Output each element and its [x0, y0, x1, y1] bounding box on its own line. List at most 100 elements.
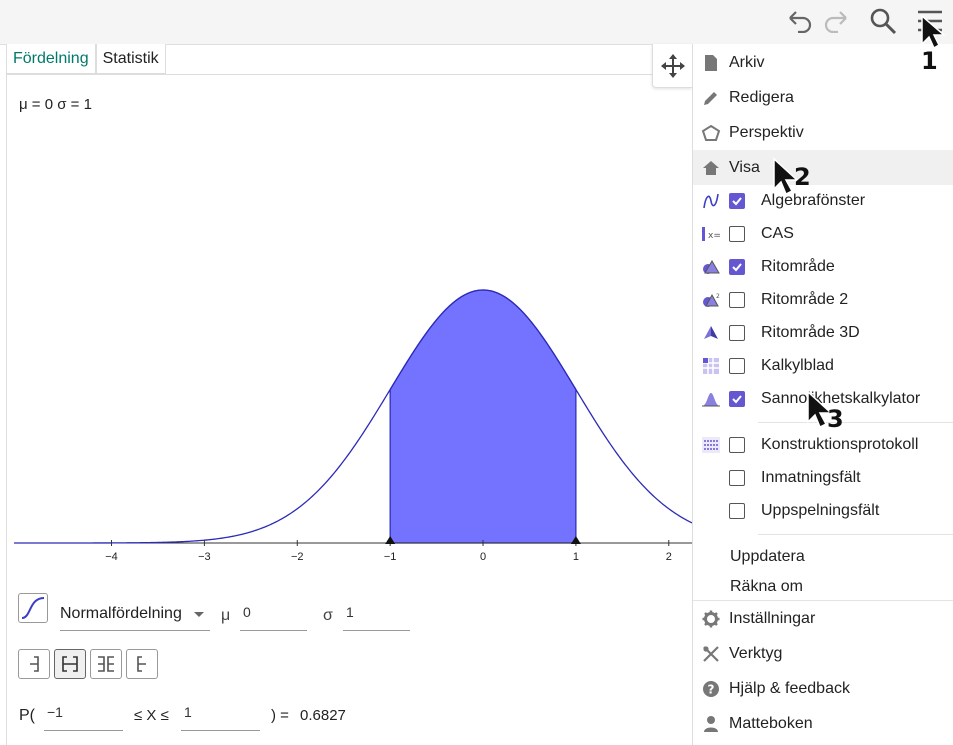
menu-item-visa[interactable]: Visa	[693, 150, 953, 185]
svg-text:2: 2	[716, 293, 720, 300]
annotation-cursor-1: 1	[918, 14, 952, 79]
checkbox-ritomrade[interactable]	[729, 258, 745, 275]
sigma-label: σ	[323, 607, 333, 624]
redo-icon[interactable]	[821, 6, 851, 36]
mu-label: μ	[221, 607, 231, 624]
construction-protocol-icon	[702, 436, 720, 453]
view-item-label: Inmatningsfält	[761, 468, 861, 486]
view-item-label: Ritområde 3D	[761, 323, 860, 341]
distribution-type-icon[interactable]	[18, 593, 48, 623]
menu-item-installningar[interactable]: Inställningar	[693, 601, 953, 636]
search-icon[interactable]	[868, 6, 898, 36]
distribution-chart: −4 −3 −2 −1 0 1 2	[14, 289, 692, 563]
left-sided-button[interactable]	[18, 649, 50, 679]
menu-item-label: Verktyg	[729, 644, 783, 662]
view-item-cas[interactable]: x= CAS	[693, 217, 953, 250]
pencil-icon	[704, 91, 717, 105]
menu-item-label: Hjälp & feedback	[729, 679, 850, 697]
view-item-ritomrade-2[interactable]: 2 Ritområde 2	[693, 283, 953, 316]
menu-action-uppdatera[interactable]: Uppdatera	[730, 548, 805, 566]
view-item-label: CAS	[761, 224, 794, 242]
checkbox-konstruktionsprotokoll[interactable]	[729, 436, 745, 453]
view-item-label: Uppspelningsfält	[761, 501, 880, 519]
undo-icon[interactable]	[785, 6, 815, 36]
view-item-kalkylblad[interactable]: Kalkylblad	[693, 349, 953, 382]
x-tick-label: 2	[666, 551, 672, 563]
view-item-label: Kalkylblad	[761, 356, 834, 374]
left-sided-icon	[30, 656, 39, 672]
shaded-probability-area	[389, 289, 577, 544]
lower-bound-input[interactable]: −1	[44, 700, 123, 731]
right-sided-icon	[137, 656, 146, 672]
cas-icon: x=	[702, 226, 721, 241]
x-tick-label: −1	[384, 551, 397, 563]
menu-item-label: Arkiv	[729, 53, 765, 71]
x-tick-label: −3	[198, 551, 211, 563]
menu-item-perspektiv[interactable]: Perspektiv	[693, 115, 953, 150]
pentagon-icon	[701, 124, 721, 141]
sigma-input[interactable]: 1	[343, 600, 410, 631]
checkbox-uppspelningsfalt[interactable]	[729, 502, 745, 519]
annotation-cursor-3: 3	[804, 390, 856, 441]
probability-calculator-icon	[702, 392, 720, 406]
upper-bound-input[interactable]: 1	[181, 700, 260, 731]
menu-item-hjalp-feedback[interactable]: ? Hjälp & feedback	[693, 671, 953, 706]
menu-item-label: Matteboken	[729, 714, 813, 732]
view-item-ritomrade-3d[interactable]: Ritområde 3D	[693, 316, 953, 349]
tab-bar: Fördelning Statistik	[6, 44, 166, 75]
annotation-number: 2	[794, 163, 811, 191]
mu-input[interactable]: 0	[240, 600, 307, 631]
interval-button[interactable]	[54, 649, 86, 679]
svg-text:x=: x=	[708, 231, 721, 241]
view-item-inmatningsfalt[interactable]: Inmatningsfält	[693, 461, 953, 494]
menu-item-verktyg[interactable]: Verktyg	[693, 636, 953, 671]
file-icon	[705, 54, 717, 71]
distribution-select-value: Normalfördelning	[60, 605, 182, 622]
chevron-down-icon	[194, 612, 204, 617]
checkbox-algebrafonster[interactable]	[729, 192, 745, 209]
tools-icon	[703, 645, 719, 662]
annotation-number: 1	[921, 47, 938, 74]
interval-icon	[62, 656, 78, 672]
graphics-3d-icon	[704, 325, 718, 339]
annotation-number: 3	[827, 405, 844, 433]
distribution-select[interactable]: Normalfördelning	[60, 600, 210, 631]
menu-item-redigera[interactable]: Redigera	[693, 80, 953, 115]
x-inequality-text: ≤ X ≤	[134, 707, 169, 724]
top-toolbar	[0, 0, 953, 45]
spreadsheet-icon	[703, 357, 719, 374]
x-tick-label: −4	[105, 551, 118, 563]
view-item-ritomrade[interactable]: Ritområde	[693, 250, 953, 283]
menu-item-label: Redigera	[729, 88, 794, 106]
tab-statistik[interactable]: Statistik	[95, 44, 166, 74]
menu-item-label: Inställningar	[729, 609, 816, 627]
menu-item-matteboken[interactable]: Matteboken	[693, 706, 953, 741]
menu-item-label: Perspektiv	[729, 123, 804, 141]
probability-result: 0.6827	[300, 707, 346, 724]
home-icon	[703, 160, 719, 175]
checkbox-cas[interactable]	[729, 225, 745, 242]
algebra-view-icon	[703, 193, 719, 208]
gear-icon	[702, 610, 720, 627]
checkbox-ritomrade-2[interactable]	[729, 291, 745, 308]
view-item-algebrafonster[interactable]: Algebrafönster	[693, 184, 953, 217]
divider	[758, 534, 953, 535]
menu-item-arkiv[interactable]: Arkiv	[693, 45, 953, 80]
x-tick-label: −2	[291, 551, 304, 563]
probability-prefix: P(	[19, 707, 35, 724]
view-item-label: Ritområde 2	[761, 290, 849, 308]
checkbox-kalkylblad[interactable]	[729, 357, 745, 374]
checkbox-sannolikhetskalkylator[interactable]	[729, 390, 745, 407]
tab-fordelning[interactable]: Fördelning	[6, 44, 96, 74]
checkbox-inmatningsfalt[interactable]	[729, 469, 745, 486]
view-item-uppspelningsfalt[interactable]: Uppspelningsfält	[693, 494, 953, 527]
right-sided-button[interactable]	[126, 649, 158, 679]
menu-action-rakna-om[interactable]: Räkna om	[730, 578, 803, 596]
checkbox-ritomrade-3d[interactable]	[729, 324, 745, 341]
view-item-label: Ritområde	[761, 257, 835, 275]
graphics-view-icon	[703, 259, 720, 274]
two-tailed-button[interactable]	[90, 649, 122, 679]
x-tick-label: 1	[573, 551, 579, 563]
menu-item-label: Visa	[729, 158, 760, 176]
graphics-view-2-icon: 2	[703, 293, 720, 307]
